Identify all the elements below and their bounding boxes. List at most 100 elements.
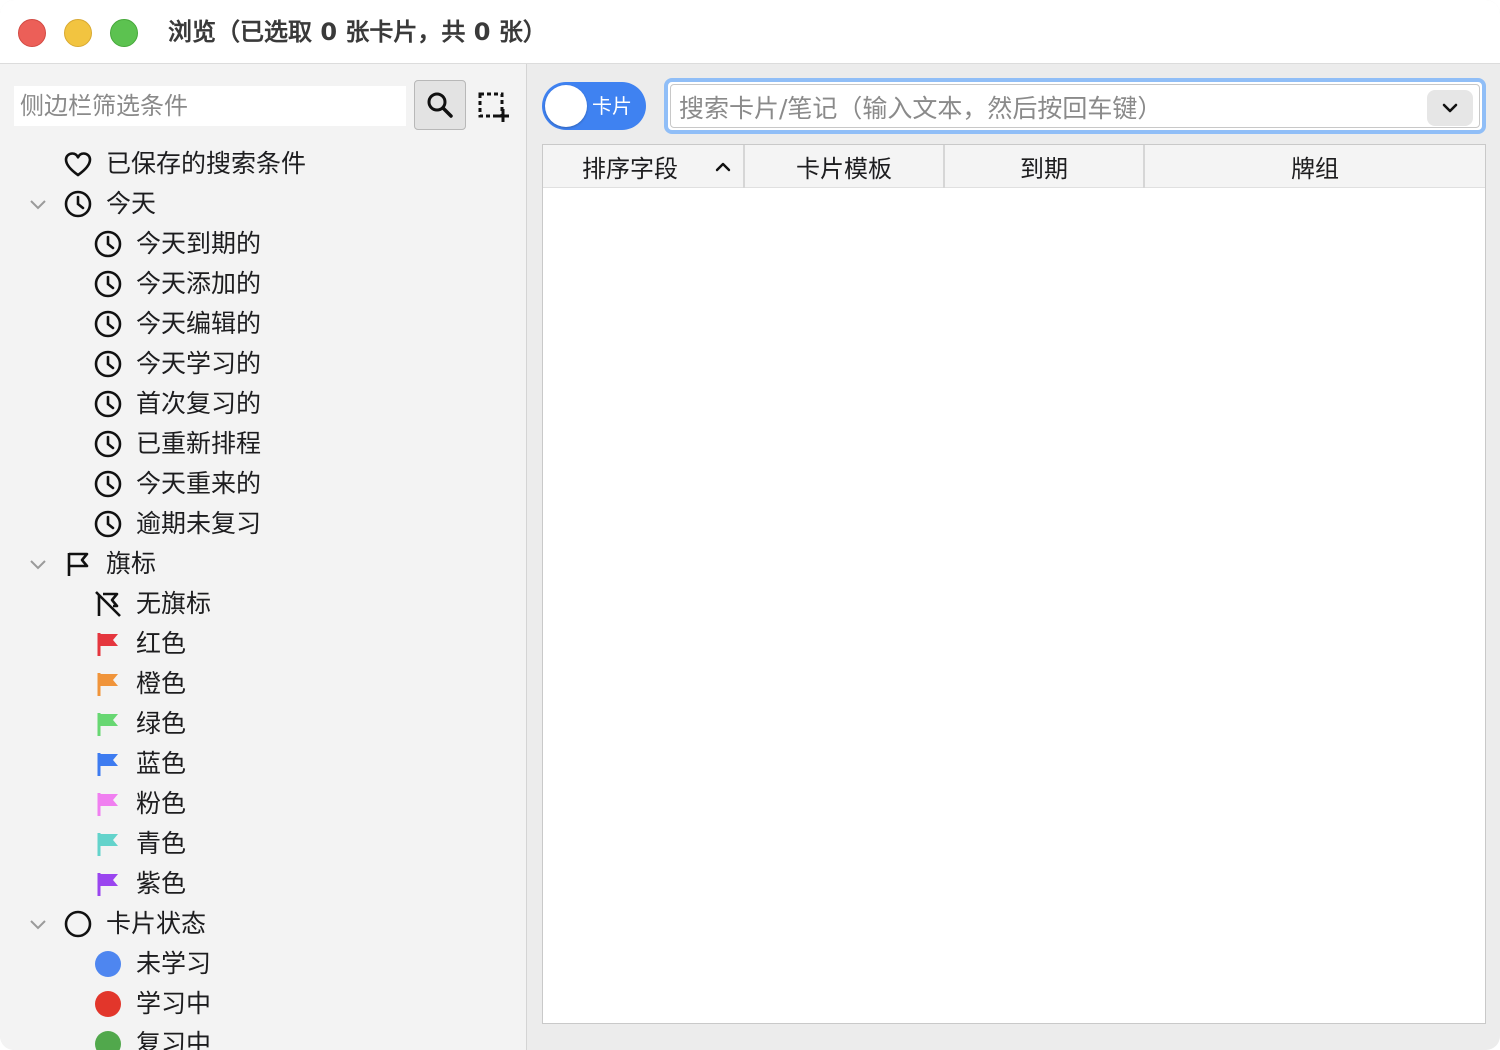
cards-table: 排序字段 卡片模板 到期 牌组 — [542, 144, 1486, 1024]
chevron-down-icon[interactable] — [26, 192, 50, 216]
sidebar-item-due-today[interactable]: 今天到期的 — [0, 224, 526, 264]
sidebar-item-label: 旗标 — [106, 549, 157, 578]
sidebar-item-label: 卡片状态 — [106, 909, 207, 938]
column-header-label: 卡片模板 — [796, 155, 892, 183]
sidebar-item-label: 今天 — [106, 189, 157, 218]
select-icon — [478, 92, 509, 122]
sidebar-item-label: 橙色 — [136, 669, 187, 698]
column-header-due[interactable]: 到期 — [945, 145, 1145, 188]
sidebar-item-label: 今天添加的 — [136, 269, 262, 298]
clock-icon — [93, 469, 123, 499]
clock-icon — [93, 349, 123, 379]
clock-icon — [63, 189, 93, 219]
close-window-button[interactable] — [18, 19, 46, 47]
column-header-deck[interactable]: 牌组 — [1145, 145, 1485, 188]
chevron-down-icon[interactable] — [26, 552, 50, 576]
sidebar-item-edited-today[interactable]: 今天编辑的 — [0, 304, 526, 344]
sidebar-item-label: 今天编辑的 — [136, 309, 262, 338]
sidebar-item-flag-orange[interactable]: 橙色 — [0, 664, 526, 704]
green-dot-icon — [93, 1029, 123, 1050]
flag-icon — [63, 549, 93, 579]
sidebar-item-label: 学习中 — [136, 989, 212, 1018]
sidebar-item-label: 粉色 — [136, 789, 187, 818]
purple-flag-icon — [93, 869, 123, 899]
clock-icon — [93, 229, 123, 259]
chevron-down-icon — [1442, 103, 1458, 113]
sidebar-item-flag-purple[interactable]: 紫色 — [0, 864, 526, 904]
clock-icon — [93, 389, 123, 419]
column-header-label: 到期 — [1020, 155, 1068, 183]
sidebar-item-review[interactable]: 复习中 — [0, 1024, 526, 1050]
column-header-label: 牌组 — [1291, 155, 1339, 183]
browse-window: 浏览（已选取 0 张卡片，共 0 张） 已保存的搜索条件 — [0, 0, 1500, 1050]
blue-dot-icon — [93, 949, 123, 979]
cards-notes-toggle[interactable]: 卡片 — [542, 82, 646, 130]
sidebar-item-learning[interactable]: 学习中 — [0, 984, 526, 1024]
sidebar-search-button[interactable] — [414, 80, 466, 130]
search-box-inner — [670, 84, 1480, 128]
sidebar-item-studied-today[interactable]: 今天学习的 — [0, 344, 526, 384]
sidebar-item-flag-green[interactable]: 绿色 — [0, 704, 526, 744]
sidebar-item-label: 今天到期的 — [136, 229, 262, 258]
sidebar-item-flag-pink[interactable]: 粉色 — [0, 784, 526, 824]
chevron-down-icon[interactable] — [26, 912, 50, 936]
sidebar-filter-input[interactable] — [14, 86, 406, 126]
sidebar-item-new[interactable]: 未学习 — [0, 944, 526, 984]
red-flag-icon — [93, 629, 123, 659]
sidebar-item-flag-blue[interactable]: 蓝色 — [0, 744, 526, 784]
sidebar-item-label: 青色 — [136, 829, 187, 858]
sidebar-item-label: 已重新排程 — [136, 429, 262, 458]
sidebar-item-label: 今天学习的 — [136, 349, 262, 378]
sidebar: 已保存的搜索条件 今天 今天到期的 今天添加的 今天编辑的 — [0, 64, 527, 1050]
sidebar-item-flags[interactable]: 旗标 — [0, 544, 526, 584]
sidebar-item-label: 未学习 — [136, 949, 212, 978]
column-header-sort-field[interactable]: 排序字段 — [543, 145, 745, 188]
sidebar-item-label: 绿色 — [136, 709, 187, 738]
toggle-knob — [545, 85, 587, 127]
sidebar-item-saved-searches[interactable]: 已保存的搜索条件 — [0, 144, 526, 184]
sidebar-tree: 已保存的搜索条件 今天 今天到期的 今天添加的 今天编辑的 今天学习的 首次复习… — [0, 144, 526, 1050]
clock-icon — [93, 309, 123, 339]
clock-icon — [93, 269, 123, 299]
turquoise-flag-icon — [93, 829, 123, 859]
sidebar-item-label: 已保存的搜索条件 — [106, 149, 307, 178]
heart-icon — [63, 149, 93, 179]
sidebar-item-label: 蓝色 — [136, 749, 187, 778]
sidebar-item-first-review[interactable]: 首次复习的 — [0, 384, 526, 424]
column-header-label: 排序字段 — [582, 155, 678, 183]
sidebar-item-flag-turquoise[interactable]: 青色 — [0, 824, 526, 864]
clock-icon — [93, 509, 123, 539]
sidebar-item-label: 无旗标 — [136, 589, 212, 618]
select-tool-button[interactable] — [474, 88, 512, 126]
sidebar-item-card-state[interactable]: 卡片状态 — [0, 904, 526, 944]
maximize-window-button[interactable] — [110, 19, 138, 47]
minimize-window-button[interactable] — [64, 19, 92, 47]
sidebar-item-added-today[interactable]: 今天添加的 — [0, 264, 526, 304]
sidebar-item-rescheduled[interactable]: 已重新排程 — [0, 424, 526, 464]
green-flag-icon — [93, 709, 123, 739]
circle-icon — [63, 909, 93, 939]
sidebar-item-label: 首次复习的 — [136, 389, 262, 418]
column-header-card-template[interactable]: 卡片模板 — [745, 145, 945, 188]
window-title: 浏览（已选取 0 张卡片，共 0 张） — [168, 18, 547, 46]
sidebar-item-again-today[interactable]: 今天重来的 — [0, 464, 526, 504]
sidebar-item-label: 今天重来的 — [136, 469, 262, 498]
search-box — [664, 78, 1486, 134]
search-input[interactable] — [679, 89, 1419, 127]
chevron-up-icon — [715, 162, 731, 172]
sidebar-item-label: 紫色 — [136, 869, 187, 898]
search-icon — [427, 92, 453, 118]
no-flag-icon — [93, 589, 123, 619]
sidebar-item-overdue[interactable]: 逾期未复习 — [0, 504, 526, 544]
title-bar: 浏览（已选取 0 张卡片，共 0 张） — [0, 0, 1500, 64]
red-dot-icon — [93, 989, 123, 1019]
sidebar-item-no-flag[interactable]: 无旗标 — [0, 584, 526, 624]
sidebar-item-today[interactable]: 今天 — [0, 184, 526, 224]
sidebar-item-label: 复习中 — [136, 1029, 212, 1050]
pink-flag-icon — [93, 789, 123, 819]
sidebar-item-flag-red[interactable]: 红色 — [0, 624, 526, 664]
search-history-dropdown[interactable] — [1427, 90, 1473, 126]
blue-flag-icon — [93, 749, 123, 779]
sidebar-item-label: 红色 — [136, 629, 187, 658]
orange-flag-icon — [93, 669, 123, 699]
